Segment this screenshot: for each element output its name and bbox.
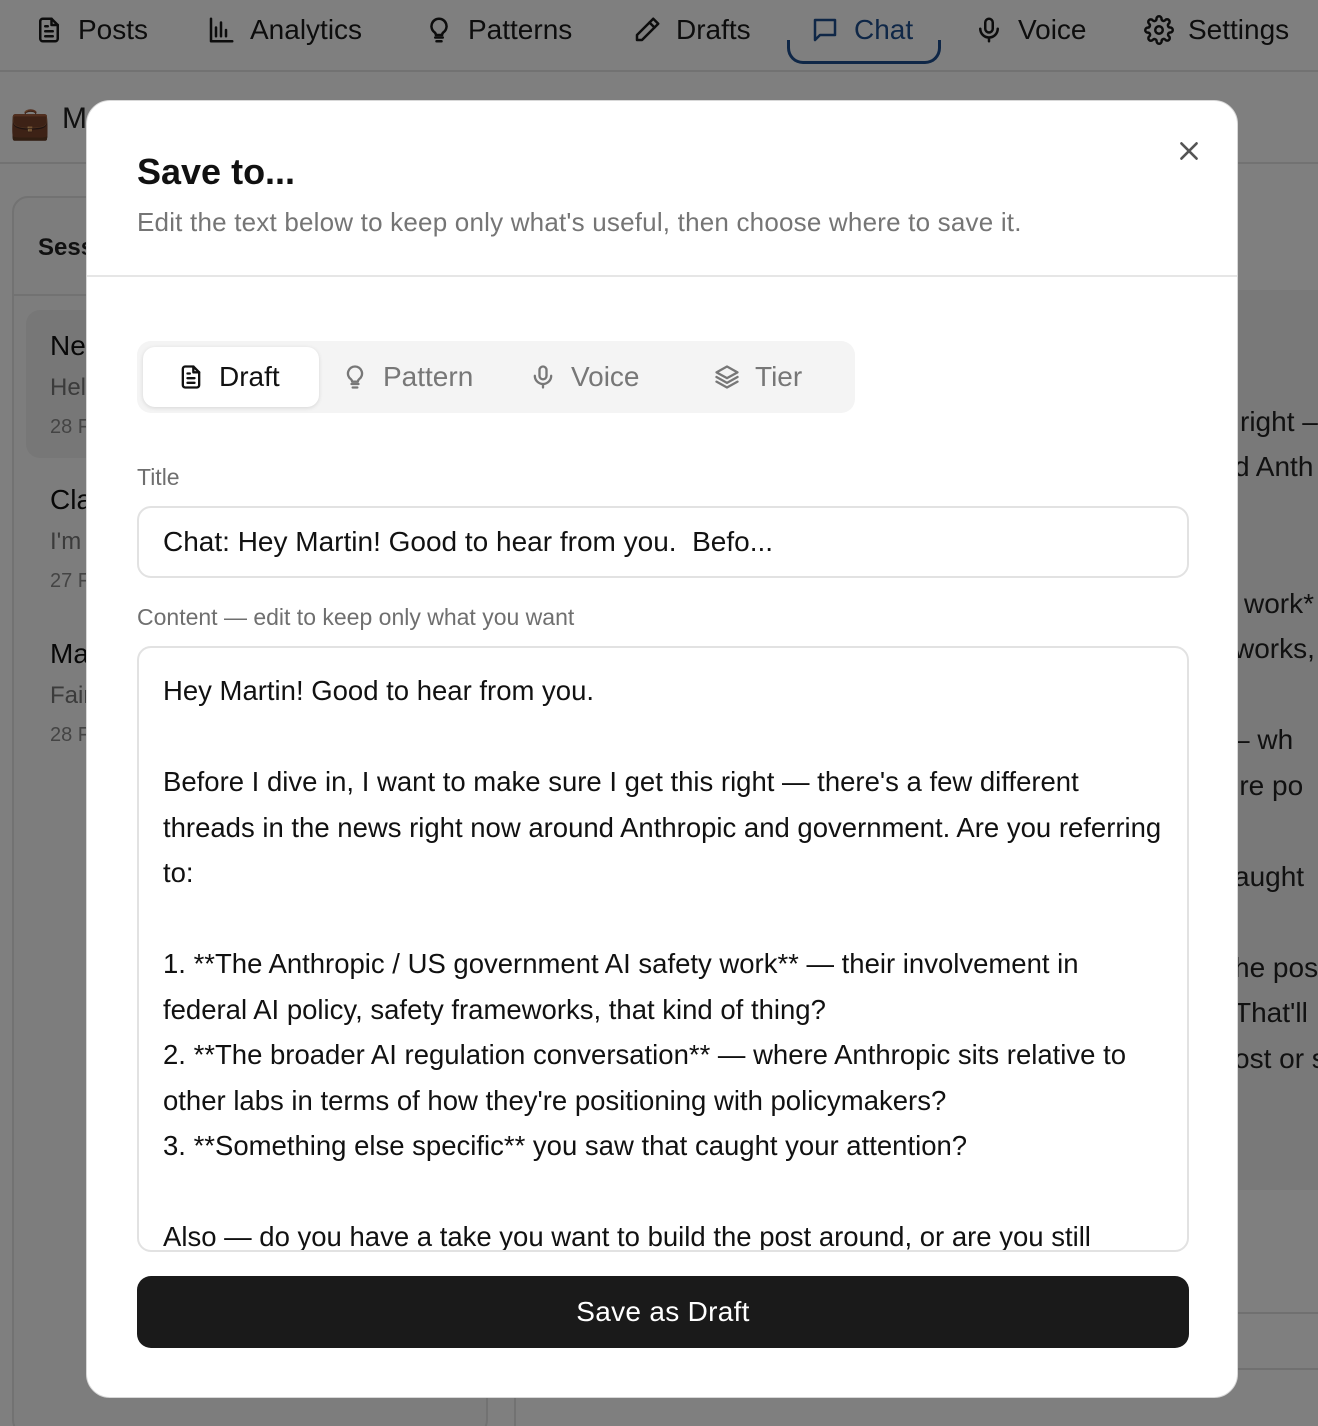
tab-draft[interactable]: Draft — [143, 347, 319, 407]
tab-voice[interactable]: Voice — [529, 347, 640, 407]
close-button[interactable] — [1171, 133, 1207, 169]
save-as-draft-button[interactable]: Save as Draft — [137, 1276, 1189, 1348]
microphone-icon — [533, 365, 553, 389]
layers-icon — [715, 365, 739, 389]
dialog-subtitle: Edit the text below to keep only what's … — [137, 207, 1022, 237]
content-textarea[interactable]: Hey Martin! Good to hear from you. Befor… — [137, 646, 1189, 1252]
close-icon — [1180, 142, 1198, 160]
document-icon — [181, 365, 201, 389]
save-to-dialog: Save to... Edit the text below to keep o… — [86, 100, 1238, 1398]
dialog-title: Save to... — [137, 151, 296, 192]
dialog-header-divider — [87, 275, 1237, 277]
tab-tier[interactable]: Tier — [713, 347, 802, 407]
tab-pattern-label: Pattern — [383, 361, 474, 392]
title-label: Title — [137, 464, 180, 490]
destination-tabs: Draft Pattern Voice Tier — [137, 341, 855, 413]
lightbulb-icon — [346, 365, 364, 389]
tab-tier-label: Tier — [755, 361, 803, 392]
title-input[interactable] — [137, 506, 1189, 578]
content-label: Content — edit to keep only what you wan… — [137, 604, 575, 630]
tab-voice-label: Voice — [571, 361, 640, 392]
tab-pattern[interactable]: Pattern — [341, 347, 473, 407]
tab-draft-label: Draft — [219, 361, 280, 392]
